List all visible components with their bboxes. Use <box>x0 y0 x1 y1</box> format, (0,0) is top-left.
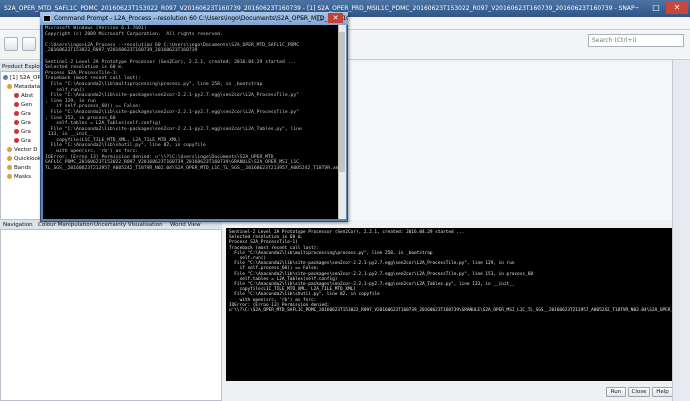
cmd-close-button[interactable]: ✕ <box>328 13 343 23</box>
tree-item-masks[interactable]: Masks <box>7 173 31 182</box>
tree-item-product[interactable]: [1] S2A_OPE <box>3 74 44 83</box>
console-icon <box>43 15 51 22</box>
metadata-icon <box>14 102 19 107</box>
processor-output[interactable]: Sentinel-2 Level 2A Prototype Processor … <box>226 228 686 381</box>
folder-icon <box>7 147 12 152</box>
tree-item-quicklooks[interactable]: Quicklook <box>7 155 41 164</box>
tree-item-gra-3[interactable]: Gra <box>14 128 31 137</box>
navigation-panel <box>0 220 222 401</box>
command-prompt-output[interactable]: Microsoft Windows [Version 6.1.7601] Copy… <box>43 25 338 219</box>
tree-item-vector-data[interactable]: Vector D <box>7 146 38 155</box>
cmd-minimize-button[interactable]: – <box>296 13 311 23</box>
run-button[interactable]: Run <box>606 387 626 397</box>
folder-icon <box>7 84 12 89</box>
tree-item-bands[interactable]: Bands <box>7 164 31 173</box>
tree-item-gen[interactable]: Gen <box>14 101 32 110</box>
help-button[interactable]: Help <box>652 387 673 397</box>
close-window-button[interactable]: ✕ <box>666 1 688 14</box>
maximize-button[interactable]: □ <box>647 1 665 14</box>
command-prompt-scroll-thumb[interactable] <box>339 32 345 172</box>
minimize-button[interactable]: – <box>628 1 646 14</box>
open-product-icon[interactable] <box>22 37 36 51</box>
close-button[interactable]: Close <box>628 387 650 397</box>
folder-icon <box>7 156 12 161</box>
right-side-panel <box>672 60 690 401</box>
search-input[interactable]: Search (Ctrl+I) <box>588 34 684 47</box>
metadata-icon <box>14 120 19 125</box>
metadata-icon <box>14 111 19 116</box>
tree-item-metadata[interactable]: Metadata <box>7 83 40 92</box>
new-product-icon[interactable] <box>4 37 18 51</box>
tree-item-gra-1[interactable]: Gra <box>14 110 31 119</box>
product-icon <box>3 75 8 80</box>
folder-icon <box>7 174 12 179</box>
tab-navigation[interactable]: Navigation <box>1 220 35 230</box>
tree-item-abst[interactable]: Abst <box>14 92 33 101</box>
tree-item-gra-4[interactable]: Gra <box>14 137 31 146</box>
metadata-icon <box>14 129 19 134</box>
folder-icon <box>7 165 12 170</box>
tree-item-gra-2[interactable]: Gra <box>14 119 31 128</box>
metadata-icon <box>14 93 19 98</box>
command-prompt-window-controls: – □ ✕ <box>296 13 346 24</box>
metadata-icon <box>14 138 19 143</box>
cmd-maximize-button[interactable]: □ <box>312 13 327 23</box>
